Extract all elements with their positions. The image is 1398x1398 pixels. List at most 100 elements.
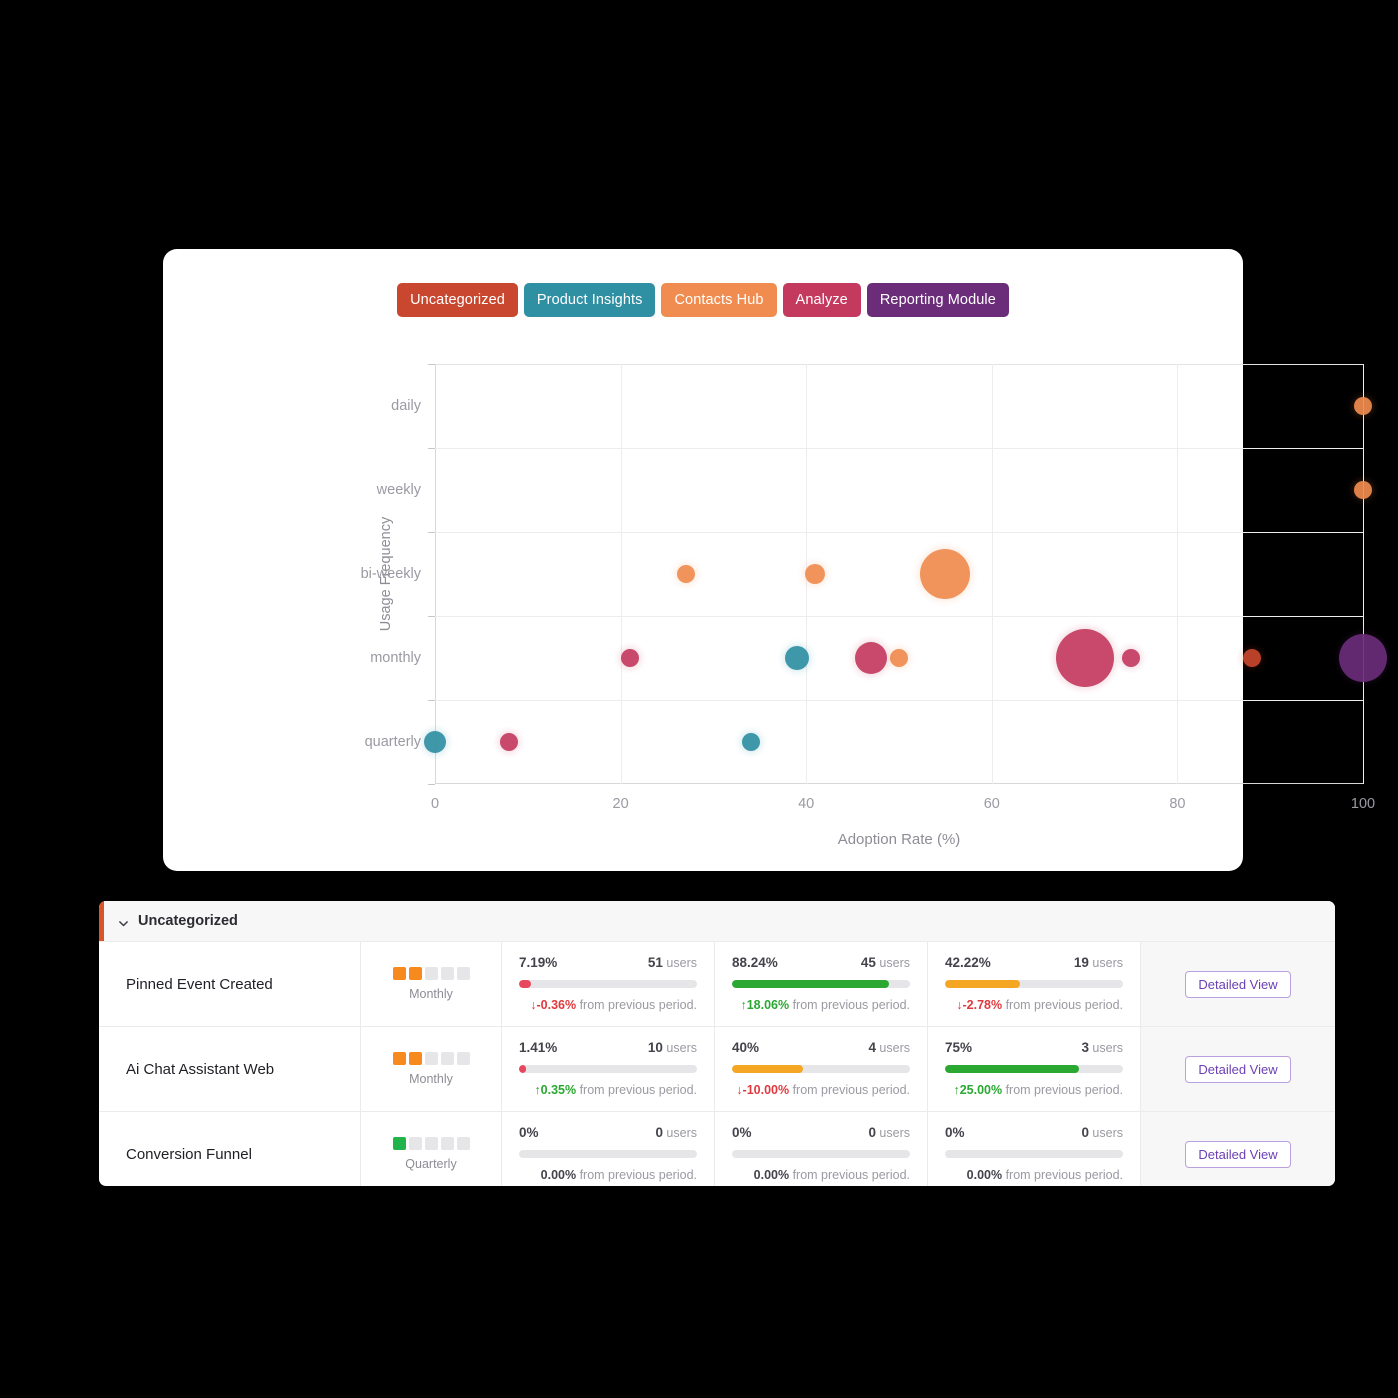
metric-delta: 0.00% from previous period. (753, 1168, 910, 1182)
x-tick-label: 20 (612, 796, 629, 812)
gridline-vertical (1177, 364, 1179, 784)
metric-users-count: 0 (1081, 1125, 1089, 1140)
frequency-square (392, 967, 406, 980)
frequency-label: Monthly (409, 1072, 453, 1086)
metric-header: 0% 0 users (732, 1125, 910, 1140)
metric-cell: 75% 3 users ↑25.00% from previous period. (928, 1027, 1141, 1111)
group-header-uncategorized[interactable]: Uncategorized (99, 901, 1335, 942)
metric-users: 0 users (655, 1125, 697, 1140)
bubble-point[interactable] (676, 565, 695, 583)
table-body: Pinned Event Created Monthly 7.19% 51 users… (99, 942, 1335, 1186)
metric-delta: ↑0.35% from previous period. (534, 1083, 697, 1097)
frequency-label: Monthly (409, 987, 453, 1001)
metrics-table-card: Uncategorized Pinned Event Created Monthl… (99, 901, 1335, 1186)
progress-bar-track (519, 980, 697, 988)
group-title: Uncategorized (138, 913, 238, 929)
bubble-point[interactable] (500, 733, 519, 751)
chart-card: Uncategorized Product Insights Contacts Hu… (163, 249, 1387, 871)
detailed-view-button[interactable]: Detailed View (1185, 1140, 1291, 1168)
bubble-point[interactable] (1354, 397, 1372, 415)
frequency-square (424, 967, 438, 980)
frequency-square (456, 1052, 470, 1065)
bubble-point[interactable] (890, 649, 908, 667)
y-axis-tick (428, 784, 435, 785)
metric-header: 40% 4 users (732, 1040, 910, 1055)
table-row: Pinned Event Created Monthly 7.19% 51 users… (99, 942, 1335, 1027)
metric-delta-value: ↑0.35% (534, 1083, 577, 1097)
metric-delta-value: ↑18.06% (740, 998, 790, 1012)
progress-bar-track (732, 1150, 910, 1158)
y-axis-tick (428, 532, 435, 533)
detailed-view-button[interactable]: Detailed View (1185, 970, 1291, 998)
metric-delta: ↑25.00% from previous period. (953, 1083, 1123, 1097)
metric-cell: 0% 0 users 0.00% from previous period. (502, 1112, 715, 1186)
progress-bar-fill (519, 980, 532, 988)
metric-header: 88.24% 45 users (732, 955, 910, 970)
x-tick-label: 0 (430, 796, 440, 812)
gridline-vertical (620, 364, 622, 784)
frequency-square (440, 1052, 454, 1065)
metric-percent: 75% (945, 1040, 973, 1055)
metric-cell: 1.41% 10 users ↑0.35% from previous period… (502, 1027, 715, 1111)
metric-cell: 40% 4 users ↓-10.00% from previous period. (715, 1027, 928, 1111)
metric-cell: 7.19% 51 users ↓-0.36% from previous perio… (502, 942, 715, 1026)
metric-percent: 0% (519, 1125, 539, 1140)
gridline-horizontal (435, 700, 1363, 701)
bubble-point[interactable] (784, 646, 809, 670)
metric-percent: 88.24% (732, 955, 778, 970)
progress-bar-track (945, 1150, 1123, 1158)
action-cell: Detailed View (1141, 1027, 1335, 1111)
progress-bar-track (732, 980, 910, 988)
progress-bar-track (519, 1065, 697, 1073)
bubble-point[interactable] (1122, 649, 1140, 667)
metric-cell: 0% 0 users 0.00% from previous period. (928, 1112, 1141, 1186)
bubble-point[interactable] (920, 549, 971, 599)
frequency-cell: Monthly (361, 942, 502, 1026)
gridline-vertical (991, 364, 993, 784)
chevron-down-icon[interactable] (118, 916, 129, 927)
frequency-square (440, 1137, 454, 1150)
metric-header: 42.22% 19 users (945, 955, 1123, 970)
plot-frame (435, 364, 1363, 784)
bubble-point[interactable] (424, 731, 446, 753)
bubble-point[interactable] (805, 564, 826, 584)
gridline-horizontal (435, 448, 1363, 449)
bubble-point[interactable] (741, 733, 760, 751)
bubble-point[interactable] (620, 649, 639, 667)
y-axis-tick (428, 616, 435, 617)
metric-cell: 0% 0 users 0.00% from previous period. (715, 1112, 928, 1186)
bubble-point[interactable] (855, 642, 888, 674)
frequency-square (440, 967, 454, 980)
progress-bar-fill (732, 980, 890, 988)
metric-percent: 7.19% (519, 955, 558, 970)
metric-header: 7.19% 51 users (519, 955, 697, 970)
event-name: Ai Chat Assistant Web (99, 1027, 361, 1111)
progress-bar-track (732, 1065, 910, 1073)
frequency-squares (392, 1052, 470, 1065)
metric-users-count: 0 (655, 1125, 663, 1140)
metric-users: 10 users (647, 1040, 697, 1055)
metric-delta-value: ↑25.00% (953, 1083, 1003, 1097)
frequency-square (424, 1137, 438, 1150)
frequency-square (392, 1052, 406, 1065)
frequency-cell: Quarterly (361, 1112, 502, 1186)
metric-percent: 1.41% (519, 1040, 558, 1055)
metric-header: 0% 0 users (945, 1125, 1123, 1140)
metric-users-count: 45 (860, 955, 876, 970)
gridline-vertical (1363, 364, 1364, 784)
bubble-point[interactable] (1339, 634, 1387, 682)
frequency-cell: Monthly (361, 1027, 502, 1111)
bubble-point[interactable] (1055, 629, 1114, 687)
metric-delta-value: 0.00% (966, 1168, 1003, 1182)
bubble-point[interactable] (1242, 649, 1261, 667)
y-tick-label: daily (391, 398, 421, 414)
metric-cell: 88.24% 45 users ↑18.06% from previous peri… (715, 942, 928, 1026)
y-axis-tick (428, 364, 435, 365)
frequency-square (408, 1137, 422, 1150)
event-name: Pinned Event Created (99, 942, 361, 1026)
metric-users-count: 4 (868, 1040, 876, 1055)
y-tick-label: monthly (370, 650, 421, 666)
bubble-point[interactable] (1354, 481, 1372, 499)
metric-users: 0 users (1081, 1125, 1123, 1140)
detailed-view-button[interactable]: Detailed View (1185, 1055, 1291, 1083)
